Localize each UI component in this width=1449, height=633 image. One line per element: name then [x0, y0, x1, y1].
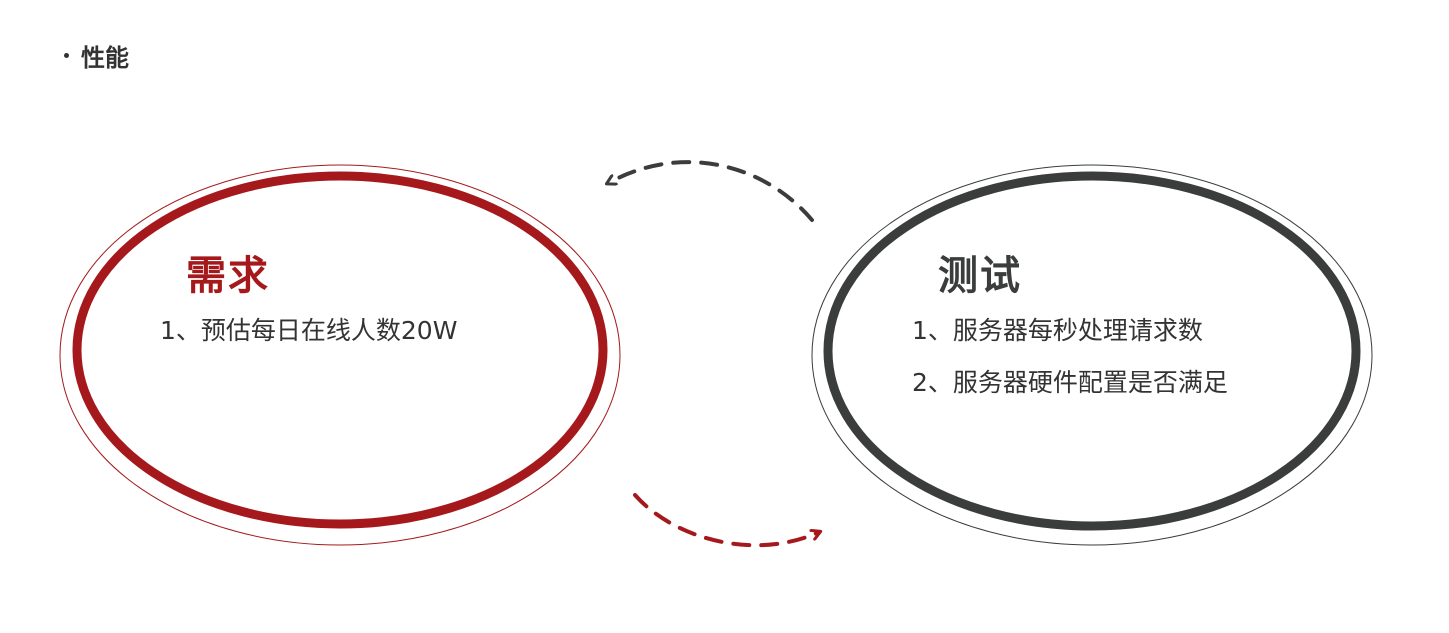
edge-requirement-to-test	[633, 493, 817, 548]
requirement-item: 1、预估每日在线人数20W	[160, 316, 458, 345]
test-item: 1、服务器每秒处理请求数	[912, 316, 1203, 345]
requirement-title: 需求	[186, 253, 270, 299]
test-item-list: 1、服务器每秒处理请求数 2、服务器硬件配置是否满足	[912, 305, 1228, 409]
requirement-item-list: 1、预估每日在线人数20W	[160, 305, 457, 357]
edge-test-to-requirement	[610, 160, 814, 222]
test-item: 2、服务器硬件配置是否满足	[912, 368, 1228, 397]
test-title: 测试	[938, 253, 1022, 299]
